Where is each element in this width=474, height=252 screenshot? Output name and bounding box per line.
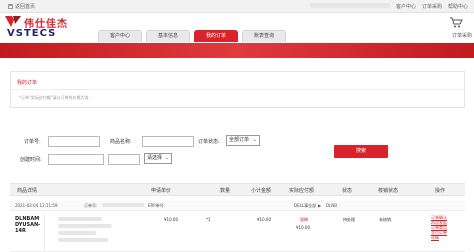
masked-product-info <box>58 238 108 242</box>
search-button[interactable]: 搜索 <box>334 145 388 158</box>
col-product-details: 商品详情 <box>17 188 38 194</box>
order-no-label: 订单号: <box>24 139 41 145</box>
order-status-select[interactable]: 全部订单 ⌄ <box>226 135 260 146</box>
end-date-input[interactable] <box>108 154 140 165</box>
period-value: 请选择 <box>147 155 163 161</box>
logo[interactable]: 伟仕佳杰 VSTECS <box>5 15 87 41</box>
price-note: *订单"实际应付额"请以订单恰价格为准 <box>19 95 89 100</box>
masked-product-info <box>58 224 112 228</box>
col-subtotal: 小计金额 <box>251 188 272 194</box>
product-divider <box>44 214 54 251</box>
logo-mark-icon <box>5 16 21 27</box>
col-unit-price: 申请单价 <box>151 188 172 194</box>
page-title: 我的订单 <box>17 80 38 86</box>
masked-product-info <box>58 231 96 235</box>
top-link-help[interactable]: 帮助中心 <box>448 3 468 10</box>
chevron-down-icon: ⌄ <box>252 137 257 143</box>
site-header: 伟仕佳杰 VSTECS 客户中心 基本信息 我的订单 账表查询 订单采购 <box>0 13 474 43</box>
tab-account-statement[interactable]: 账表查询 <box>242 30 286 42</box>
cart-header-label[interactable]: 订单采购 <box>444 32 472 39</box>
masked-user-info <box>309 3 390 8</box>
paid-amount: ¥10.00 <box>296 225 310 230</box>
created-time-label: 创建时间: <box>20 157 42 163</box>
row-actions: 订单确认 再次发起 订单商品 交付订单 详情 <box>431 215 465 240</box>
col-writeoff: 核销状态 <box>378 188 399 194</box>
tab-basic-info[interactable]: 基本信息 <box>146 30 190 42</box>
order-status-label: 订单状态: <box>198 139 220 145</box>
subtotal: ¥10.00 <box>257 217 271 222</box>
order-search-form: 订单号: 商品名称: 订单状态: 全部订单 ⌄ 创建时间: 请选择 ⌄ 搜索 <box>10 124 465 174</box>
tab-customer-center[interactable]: 客户中心 <box>98 30 142 42</box>
order-status: 待处理 <box>343 217 355 222</box>
product-name[interactable]: DLNBAMDYUSAN-14R <box>15 216 43 234</box>
my-orders-panel: 我的订单 *订单"实际应付额"请以订单恰价格为准 <box>10 71 465 108</box>
top-right-links: 客户中心 订单采购 帮助中心 <box>309 3 468 10</box>
col-status: 状态 <box>342 188 353 194</box>
masked-order-no <box>102 203 144 207</box>
cart-icon[interactable] <box>449 17 463 28</box>
chevron-down-icon: ⌄ <box>164 155 169 161</box>
top-link-customer-center[interactable]: 客户中心 <box>396 3 416 10</box>
order-no-input[interactable] <box>48 136 100 147</box>
top-link-cart[interactable]: 订单采购 <box>422 3 442 10</box>
paid-label: 银稿 <box>300 217 308 222</box>
top-utility-bar: 返回首页 客户中心 订单采购 帮助中心 <box>0 0 474 13</box>
main-tabs: 客户中心 基本信息 我的订单 账表查询 <box>98 30 286 42</box>
order-status-value: 全部订单 <box>229 137 250 143</box>
col-qty: 数量 <box>220 188 231 194</box>
red-banner <box>0 43 474 58</box>
product-name-input[interactable] <box>142 136 194 147</box>
brand-name: DLNB <box>326 203 338 208</box>
order-info-bar: 2021-03-04 12:11:59 订单号: ERP单号: DELL事业部 … <box>10 201 465 211</box>
quantity: *1 <box>206 217 211 222</box>
tab-my-orders[interactable]: 我的订单 <box>194 30 238 42</box>
home-link-label: 返回首页 <box>15 4 36 10</box>
start-date-input[interactable] <box>48 154 104 165</box>
period-select[interactable]: 请选择 ⌄ <box>144 153 172 164</box>
logo-english-text: VSTECS <box>7 28 57 39</box>
company-name: DELL事业部 <box>294 203 317 208</box>
col-actions: 操作 <box>435 188 446 194</box>
writeoff-status: 未核销 <box>379 217 391 222</box>
divider <box>11 89 464 90</box>
order-time: 2021-03-04 12:11:59 <box>15 203 58 208</box>
col-actual-paid: 实际应付额 <box>289 188 315 194</box>
home-link[interactable]: 返回首页 <box>8 3 35 10</box>
unit-price: ¥10.00 <box>164 217 178 222</box>
product-name-label: 商品名称: <box>110 139 132 145</box>
table-header: 商品详情 申请单价 数量 小计金额 实际应付额 状态 核销状态 操作 <box>10 183 465 196</box>
action-details[interactable]: 详情 <box>431 235 465 240</box>
table-row: DLNBAMDYUSAN-14R ¥10.00 *1 ¥10.00 银稿 ¥10… <box>10 213 465 252</box>
masked-product-info <box>58 217 102 221</box>
order-no-label-row: 订单号: <box>84 203 98 208</box>
erp-no-label: ERP单号: <box>148 203 166 208</box>
home-icon <box>8 4 13 9</box>
link-icon: ▶ <box>318 203 322 208</box>
